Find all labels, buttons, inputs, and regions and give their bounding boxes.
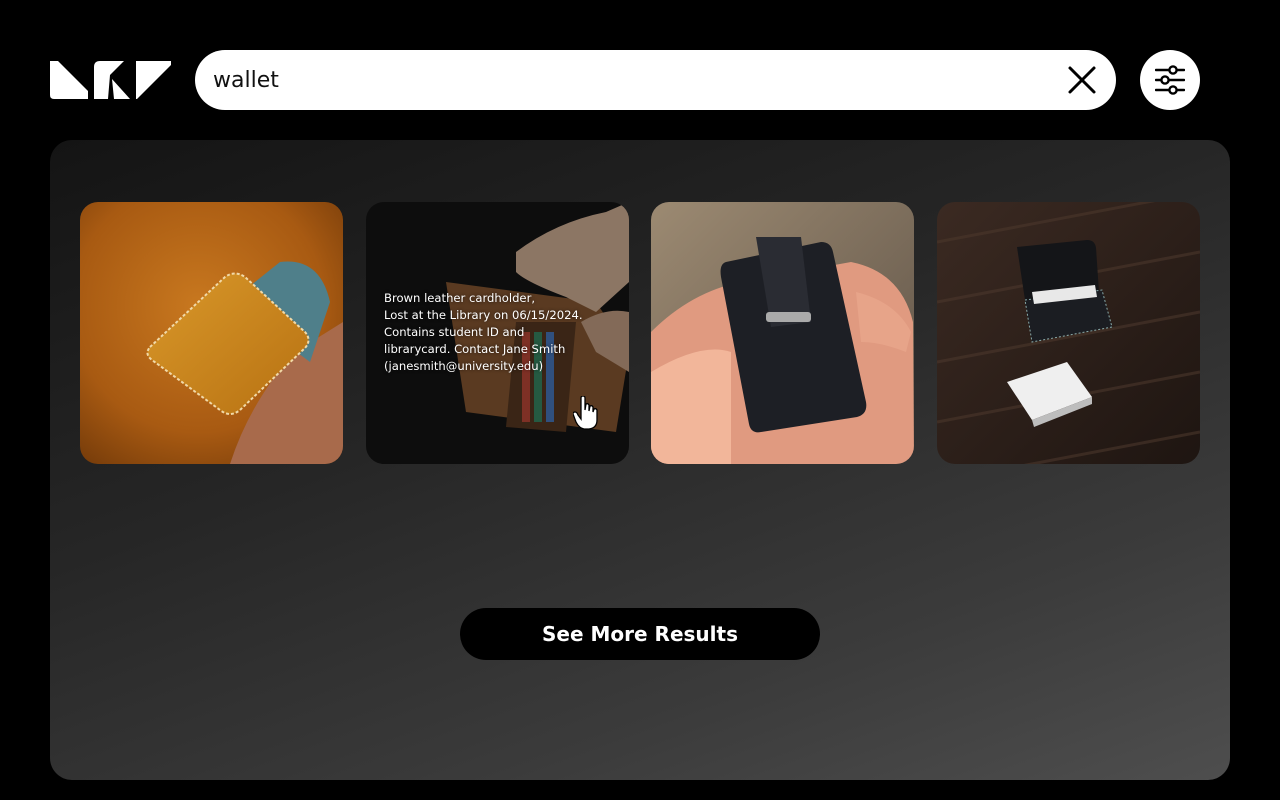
sliders-icon xyxy=(1155,65,1185,95)
result-card-2[interactable]: Brown leather cardholder, Lost at the Li… xyxy=(366,202,629,464)
page: Brown leather cardholder, Lost at the Li… xyxy=(0,0,1280,800)
result-image-card-case xyxy=(937,202,1200,464)
item-detail-line: Lost at the Library on 06/15/2024. xyxy=(384,308,583,322)
results-panel: Brown leather cardholder, Lost at the Li… xyxy=(50,140,1230,780)
result-card-1[interactable] xyxy=(80,202,343,464)
item-detail-line: (janesmith@university.edu) xyxy=(384,359,544,373)
see-more-results-button[interactable]: See More Results xyxy=(460,608,820,660)
item-detail-line: Contains student ID and xyxy=(384,325,525,339)
item-detail-line: Brown leather cardholder, xyxy=(384,291,536,305)
item-details: Brown leather cardholder, Lost at the Li… xyxy=(384,290,614,375)
hand-cursor-icon xyxy=(573,396,598,430)
filter-button[interactable] xyxy=(1140,50,1200,110)
clear-search-button[interactable] xyxy=(1066,64,1098,96)
result-card-3[interactable] xyxy=(651,202,914,464)
close-icon xyxy=(1068,66,1096,94)
search-input[interactable] xyxy=(213,50,1033,110)
result-image-cardholder xyxy=(80,202,343,464)
brand-logo-icon[interactable] xyxy=(50,61,171,99)
item-detail-line: librarycard. Contact Jane Smith xyxy=(384,342,566,356)
result-card-4[interactable] xyxy=(937,202,1200,464)
search-bar xyxy=(195,50,1116,110)
result-image-metal-wallet xyxy=(651,202,914,464)
